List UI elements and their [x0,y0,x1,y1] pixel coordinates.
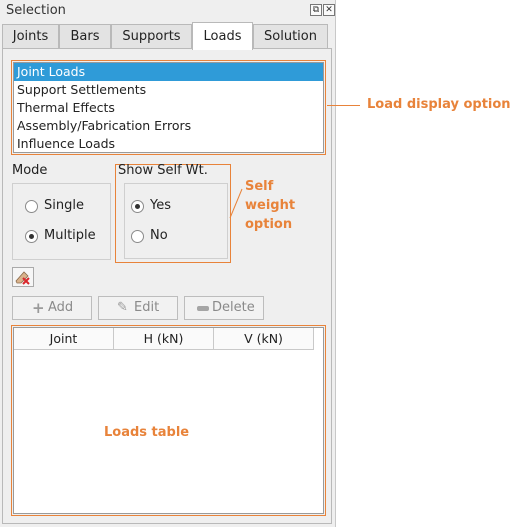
mode-group: Single Multiple [12,183,111,260]
tab-loads[interactable]: Loads [192,22,253,50]
load-type-highlight: Joint Loads Support Settlements Thermal … [11,60,326,155]
edit-label: Edit [134,300,160,315]
minus-icon [197,306,209,311]
self-weight-annotation-line-1: Self [245,179,274,194]
float-icon[interactable]: ⧉ [310,4,322,16]
add-button[interactable]: + Add [12,296,92,320]
self-weight-leader [229,188,243,219]
selection-panel: Selection ⧉ ✕ Joints Bars Supports Loads… [0,0,336,527]
list-item-thermal-effects[interactable]: Thermal Effects [14,99,323,117]
tab-solution[interactable]: Solution [253,24,328,48]
edit-button[interactable]: ✎ Edit [98,296,178,320]
tab-bars[interactable]: Bars [59,24,111,48]
mode-single-label[interactable]: Single [44,198,84,213]
pencil-icon: ✎ [117,300,128,315]
list-item-influence-loads[interactable]: Influence Loads [14,135,323,153]
clear-loads-button[interactable] [12,267,34,287]
load-display-leader [327,105,360,106]
panel-title: Selection [6,3,66,18]
close-icon[interactable]: ✕ [323,4,335,16]
self-weight-yes-radio[interactable] [131,200,144,213]
eraser-icon [15,271,30,285]
mode-label: Mode [12,163,48,178]
plus-icon: + [32,299,45,317]
list-item-support-settlements[interactable]: Support Settlements [14,81,323,99]
tab-supports[interactable]: Supports [111,24,192,48]
title-bar: Selection ⧉ ✕ [0,0,336,22]
load-display-annotation: Load display option [367,97,511,112]
self-weight-annotation-line-2: weight [245,198,296,213]
self-weight-label: Show Self Wt. [118,163,208,178]
self-weight-yes-label[interactable]: Yes [150,198,171,213]
self-weight-highlight: Show Self Wt. Yes No [115,163,231,263]
list-item-joint-loads[interactable]: Joint Loads [14,63,323,81]
mode-single-radio[interactable] [25,200,38,213]
loads-table[interactable]: Joint H (kN) V (kN) [13,327,324,514]
mode-multiple-label[interactable]: Multiple [44,228,96,243]
self-weight-no-radio[interactable] [131,230,144,243]
column-header-joint[interactable]: Joint [14,328,114,350]
delete-button[interactable]: Delete [184,296,264,320]
load-type-list[interactable]: Joint Loads Support Settlements Thermal … [13,62,324,153]
tab-bar: Joints Bars Supports Loads Solution [2,22,334,50]
self-weight-annotation: Self weight option [245,177,295,234]
add-label: Add [48,300,74,315]
delete-label: Delete [212,300,255,315]
loads-table-annotation: Loads table [104,425,190,440]
self-weight-no-label[interactable]: No [150,228,168,243]
tab-joints[interactable]: Joints [2,24,59,48]
self-weight-group: Yes No [124,183,228,259]
column-header-h[interactable]: H (kN) [114,328,214,350]
loads-table-highlight: Joint H (kN) V (kN) [11,325,326,516]
mode-multiple-radio[interactable] [25,230,38,243]
self-weight-annotation-line-3: option [245,217,293,232]
column-header-v[interactable]: V (kN) [214,328,314,350]
list-item-assembly-errors[interactable]: Assembly/Fabrication Errors [14,117,323,135]
